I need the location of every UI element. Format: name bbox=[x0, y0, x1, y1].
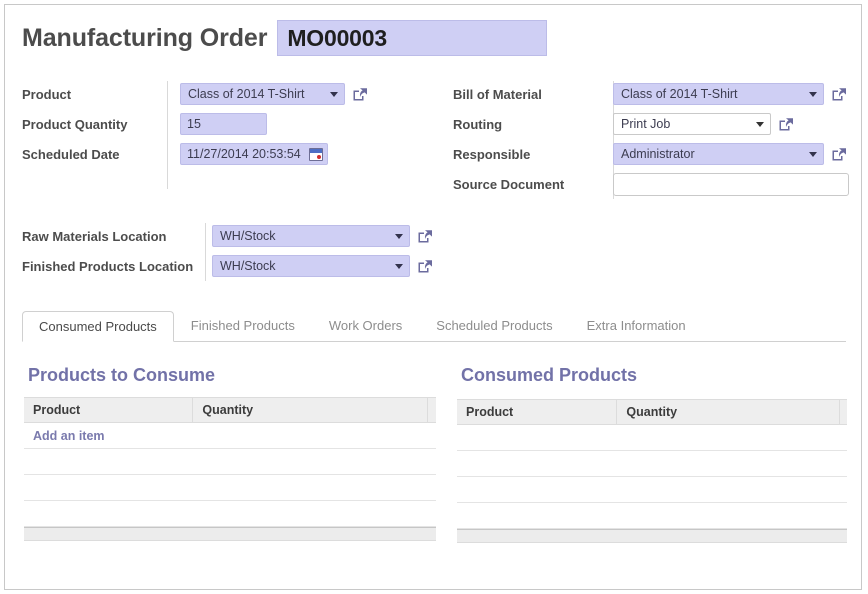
field-row-scheduled-date: Scheduled Date 11/27/2014 20:53:54 bbox=[22, 139, 442, 169]
column-header-quantity[interactable]: Quantity bbox=[192, 397, 428, 423]
form-column-left: Product Class of 2014 T-Shirt Product Qu… bbox=[22, 79, 442, 169]
page-title: Manufacturing Order bbox=[22, 23, 268, 52]
table-cell-empty bbox=[24, 500, 436, 527]
chevron-down-icon bbox=[395, 233, 403, 239]
responsible-value: Administrator bbox=[621, 147, 695, 161]
table-cell-empty bbox=[457, 476, 847, 503]
external-link-icon-finished-products-location[interactable] bbox=[417, 258, 433, 274]
raw-materials-location-select[interactable]: WH/Stock bbox=[212, 225, 410, 247]
calendar-icon[interactable] bbox=[308, 147, 323, 161]
field-row-raw-materials-location: Raw Materials Location WH/Stock bbox=[22, 221, 482, 251]
tab-work-orders[interactable]: Work Orders bbox=[312, 310, 419, 341]
tab-extra-information[interactable]: Extra Information bbox=[570, 310, 703, 341]
product-quantity-input[interactable]: 15 bbox=[180, 113, 267, 135]
field-row-source-document: Source Document bbox=[453, 169, 853, 199]
field-label-source-document: Source Document bbox=[453, 176, 565, 192]
responsible-select[interactable]: Administrator bbox=[613, 143, 824, 165]
table-header-row: Product Quantity bbox=[457, 399, 847, 425]
source-document-input[interactable] bbox=[613, 172, 849, 196]
tab-scheduled-products[interactable]: Scheduled Products bbox=[419, 310, 569, 341]
tab-consumed-products[interactable]: Consumed Products bbox=[22, 311, 174, 342]
column-header-product[interactable]: Product bbox=[24, 397, 194, 423]
table-cell-empty bbox=[457, 450, 847, 477]
column-header-product[interactable]: Product bbox=[457, 399, 618, 425]
field-label-product-quantity: Product Quantity bbox=[22, 116, 128, 132]
calendar-icon-marker bbox=[316, 154, 321, 159]
mo-reference-field[interactable]: MO00003 bbox=[277, 20, 548, 56]
form-header: Manufacturing Order MO00003 bbox=[22, 19, 548, 57]
raw-materials-location-value: WH/Stock bbox=[220, 229, 276, 243]
routing-select[interactable]: Print Job bbox=[613, 113, 771, 135]
external-link-icon-bill-of-material[interactable] bbox=[831, 86, 847, 102]
field-label-bill-of-material: Bill of Material bbox=[453, 86, 542, 102]
field-label-finished-products-location: Finished Products Location bbox=[22, 258, 194, 274]
table-row bbox=[457, 476, 847, 503]
table-row bbox=[457, 450, 847, 477]
consumed-products-section: Consumed Products Product Quantity bbox=[457, 365, 847, 543]
field-row-bill-of-material: Bill of Material Class of 2014 T-Shirt bbox=[453, 79, 853, 109]
table-row bbox=[457, 424, 847, 451]
external-link-icon-product[interactable] bbox=[352, 86, 368, 102]
field-row-responsible: Responsible Administrator bbox=[453, 139, 853, 169]
field-label-raw-materials-location: Raw Materials Location bbox=[22, 228, 167, 244]
products-to-consume-title: Products to Consume bbox=[28, 365, 216, 385]
column-header-quantity[interactable]: Quantity bbox=[616, 399, 840, 425]
chevron-down-icon bbox=[330, 91, 338, 97]
field-row-product-quantity: Product Quantity 15 bbox=[22, 109, 442, 139]
bill-of-material-value: Class of 2014 T-Shirt bbox=[621, 87, 738, 101]
notebook-tabs: Consumed Products Finished Products Work… bbox=[22, 311, 846, 342]
table-cell-empty bbox=[457, 424, 847, 451]
table-row bbox=[24, 500, 436, 527]
table-footer-bar bbox=[457, 529, 847, 543]
consumed-products-title: Consumed Products bbox=[461, 365, 638, 385]
chevron-down-icon bbox=[756, 121, 764, 127]
product-select[interactable]: Class of 2014 T-Shirt bbox=[180, 83, 345, 105]
table-cell-empty bbox=[24, 448, 436, 475]
column-header-spacer bbox=[427, 397, 436, 423]
field-row-product: Product Class of 2014 T-Shirt bbox=[22, 79, 442, 109]
field-row-routing: Routing Print Job bbox=[453, 109, 853, 139]
scheduled-date-value: 11/27/2014 20:53:54 bbox=[187, 147, 301, 161]
table-footer-bar bbox=[24, 527, 436, 541]
finished-products-location-select[interactable]: WH/Stock bbox=[212, 255, 410, 277]
manufacturing-order-form: Manufacturing Order MO00003 Product Clas… bbox=[4, 4, 862, 590]
table-header-row: Product Quantity bbox=[24, 397, 436, 423]
products-to-consume-section: Products to Consume Product Quantity Add… bbox=[24, 365, 436, 541]
chevron-down-icon bbox=[809, 151, 817, 157]
add-item-cell: Add an item bbox=[24, 422, 436, 449]
chevron-down-icon bbox=[809, 91, 817, 97]
scheduled-date-input[interactable]: 11/27/2014 20:53:54 bbox=[180, 143, 328, 165]
tab-finished-products[interactable]: Finished Products bbox=[174, 310, 312, 341]
field-label-product: Product bbox=[22, 86, 72, 102]
field-label-responsible: Responsible bbox=[453, 146, 531, 162]
calendar-icon-header bbox=[309, 148, 322, 153]
external-link-icon-routing[interactable] bbox=[778, 116, 794, 132]
routing-value: Print Job bbox=[621, 117, 671, 131]
product-value: Class of 2014 T-Shirt bbox=[188, 87, 305, 101]
form-column-locations: Raw Materials Location WH/Stock Finished… bbox=[22, 221, 482, 281]
table-cell-empty bbox=[457, 502, 847, 529]
column-header-spacer bbox=[838, 399, 847, 425]
add-an-item-link[interactable]: Add an item bbox=[33, 429, 105, 443]
form-column-right: Bill of Material Class of 2014 T-Shirt R… bbox=[453, 79, 853, 199]
mo-reference-value: MO00003 bbox=[287, 24, 387, 51]
add-item-row[interactable]: Add an item bbox=[24, 422, 436, 449]
table-cell-empty bbox=[24, 474, 436, 501]
chevron-down-icon bbox=[395, 263, 403, 269]
product-quantity-value: 15 bbox=[187, 117, 201, 131]
external-link-icon-raw-materials-location[interactable] bbox=[417, 228, 433, 244]
field-label-routing: Routing bbox=[453, 116, 503, 132]
finished-products-location-value: WH/Stock bbox=[220, 259, 276, 273]
table-row bbox=[24, 448, 436, 475]
table-row bbox=[457, 502, 847, 529]
bill-of-material-select[interactable]: Class of 2014 T-Shirt bbox=[613, 83, 824, 105]
field-row-finished-products-location: Finished Products Location WH/Stock bbox=[22, 251, 482, 281]
table-row bbox=[24, 474, 436, 501]
products-to-consume-table: Product Quantity Add an item bbox=[24, 397, 436, 527]
external-link-icon-responsible[interactable] bbox=[831, 146, 847, 162]
consumed-products-table: Product Quantity bbox=[457, 399, 847, 529]
field-label-scheduled-date: Scheduled Date bbox=[22, 146, 120, 162]
